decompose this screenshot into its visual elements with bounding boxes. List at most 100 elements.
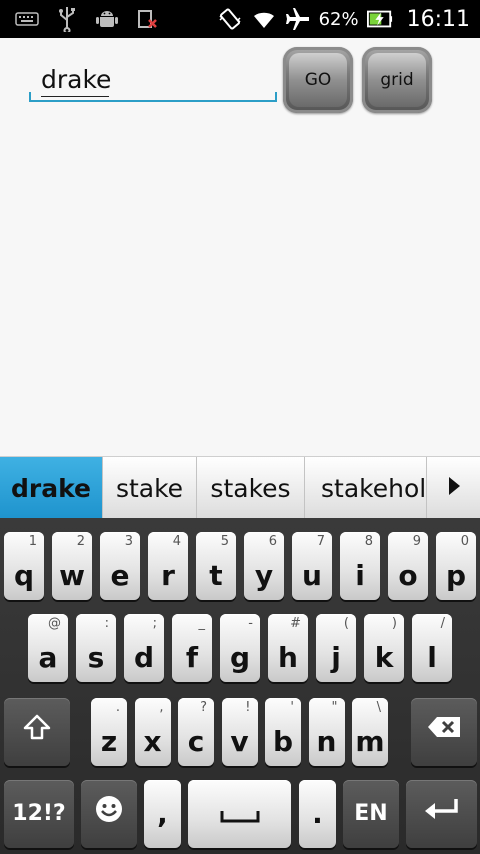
key-label: j xyxy=(331,641,341,674)
comma-key[interactable]: , xyxy=(144,780,181,848)
key-alt-label: 6 xyxy=(268,534,277,549)
key-c[interactable]: ? c xyxy=(178,698,214,766)
key-o[interactable]: 9o xyxy=(388,532,428,600)
key-v[interactable]: ! v xyxy=(221,698,258,766)
key-alt-label: # xyxy=(290,616,301,631)
period-key[interactable]: . xyxy=(299,780,336,848)
key-y[interactable]: 6y xyxy=(244,532,284,600)
key-i[interactable]: 8i xyxy=(340,532,380,600)
suggestion-item[interactable]: stakeholc xyxy=(305,457,427,519)
smiley-icon xyxy=(94,794,124,834)
suggestion-item[interactable]: stakes xyxy=(197,457,305,519)
key-w[interactable]: 2w xyxy=(52,532,92,600)
key-label: c xyxy=(187,725,205,758)
key-alt-label: 9 xyxy=(412,534,421,549)
keyboard-icon xyxy=(14,6,40,32)
grid-button-label: grid xyxy=(380,70,414,90)
key-label: x xyxy=(143,725,162,758)
key-label: v xyxy=(230,725,249,758)
key-m[interactable]: \ m xyxy=(352,698,388,766)
battery-charging-icon xyxy=(366,6,393,32)
key-label: e xyxy=(110,559,130,592)
key-q[interactable]: 1q xyxy=(4,532,44,600)
key-label: s xyxy=(87,641,105,674)
key-s[interactable]: :s xyxy=(76,614,116,682)
key-alt-label: ' xyxy=(290,700,294,715)
clock-time: 16:11 xyxy=(406,6,470,32)
key-label: g xyxy=(229,641,251,674)
backspace-icon xyxy=(427,716,461,748)
suggestion-item[interactable]: drake xyxy=(0,457,103,519)
grid-button[interactable]: grid xyxy=(362,47,432,113)
key-alt-label: ) xyxy=(391,616,397,631)
go-button[interactable]: GO xyxy=(283,47,353,113)
key-x[interactable]: ,x xyxy=(134,698,171,766)
key-alt-label: " xyxy=(331,700,338,715)
key-alt-label: @ xyxy=(48,616,61,631)
key-alt-label: ( xyxy=(343,616,349,631)
battery-percent: 62% xyxy=(318,8,359,30)
key-f[interactable]: _ f xyxy=(172,614,212,682)
key-alt-label: 8 xyxy=(364,534,373,549)
key-a[interactable]: @ a xyxy=(28,614,68,682)
key-alt-label: ; xyxy=(152,616,157,631)
android-icon xyxy=(94,6,120,32)
status-bar: 62% 16:11 xyxy=(0,0,480,38)
key-b[interactable]: ' b xyxy=(265,698,301,766)
backspace-key[interactable] xyxy=(411,698,477,766)
key-alt-label: . xyxy=(115,700,120,715)
key-label: o xyxy=(398,559,418,592)
language-key[interactable]: EN xyxy=(343,780,399,848)
emoji-key[interactable] xyxy=(81,780,137,848)
key-j[interactable]: (j xyxy=(316,614,356,682)
key-l[interactable]: / l xyxy=(412,614,452,682)
key-alt-label: 2 xyxy=(76,534,85,549)
shift-arrow-icon xyxy=(23,714,51,750)
key-u[interactable]: 7u xyxy=(292,532,332,600)
composing-underline xyxy=(41,96,109,97)
key-label: r xyxy=(161,559,175,592)
key-g[interactable]: -g xyxy=(220,614,260,682)
key-alt-label: 1 xyxy=(28,534,37,549)
key-p[interactable]: 0p xyxy=(436,532,476,600)
airplane-icon xyxy=(285,6,311,32)
go-button-label: GO xyxy=(304,70,332,90)
key-label: p xyxy=(445,559,467,592)
key-alt-label: 0 xyxy=(460,534,469,549)
input-left-tick xyxy=(29,92,31,102)
key-alt-label: _ xyxy=(198,616,206,631)
key-h[interactable]: # h xyxy=(268,614,308,682)
key-label: k xyxy=(374,641,394,674)
key-e[interactable]: 3e xyxy=(100,532,140,600)
more-suggestions-button[interactable] xyxy=(427,457,480,519)
key-label: t xyxy=(209,559,223,592)
enter-key[interactable] xyxy=(406,780,477,848)
space-key[interactable] xyxy=(188,780,291,848)
key-r[interactable]: 4r xyxy=(148,532,188,600)
soft-keyboard: 1q2w3e4r5t6y7u8i9o0p @ a: s; d _ f - g # h(j) k / l … xyxy=(0,518,480,854)
key-alt-label: 4 xyxy=(172,534,181,549)
vibrate-icon xyxy=(217,6,243,32)
suggestion-item[interactable]: stake xyxy=(103,457,197,519)
key-label: q xyxy=(13,559,35,592)
wifi-icon xyxy=(251,6,277,32)
key-label: y xyxy=(254,559,274,592)
key-alt-label: 3 xyxy=(124,534,133,549)
key-n[interactable]: " n xyxy=(308,698,345,766)
key-label: a xyxy=(38,641,58,674)
key-t[interactable]: 5t xyxy=(196,532,236,600)
key-k[interactable]: ) k xyxy=(364,614,404,682)
key-alt-label: - xyxy=(248,616,253,631)
key-alt-label: / xyxy=(440,616,445,631)
key-d[interactable]: ; d xyxy=(124,614,164,682)
chevron-right-icon xyxy=(446,475,462,501)
key-z[interactable]: .z xyxy=(91,698,127,766)
symbols-key[interactable]: 12!? xyxy=(4,780,74,848)
key-alt-label: ? xyxy=(200,700,207,715)
key-label: w xyxy=(59,559,85,592)
key-label: h xyxy=(278,641,298,674)
key-alt-label: 7 xyxy=(316,534,325,549)
key-label: i xyxy=(355,559,365,592)
key-alt-label: : xyxy=(104,616,109,631)
shift-key[interactable] xyxy=(4,698,70,766)
